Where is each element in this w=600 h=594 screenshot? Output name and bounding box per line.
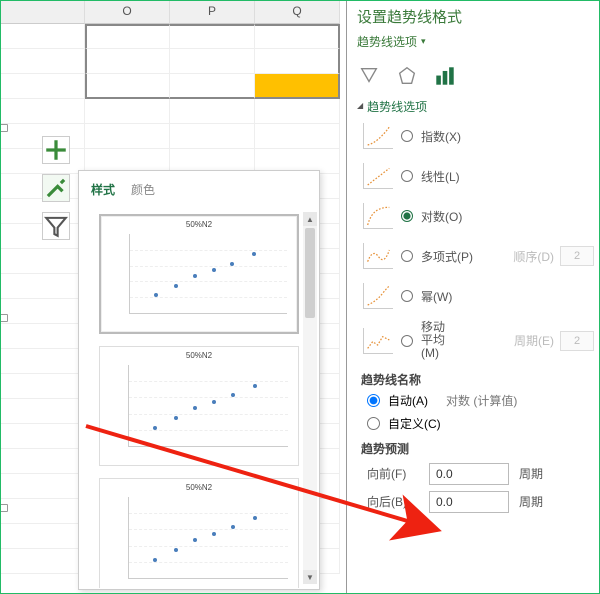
- opt-label: 幂(W): [421, 288, 452, 305]
- period-label: 周期(E): [514, 332, 554, 349]
- radio-linear[interactable]: [401, 170, 413, 182]
- opt-label: 指数(X): [421, 128, 461, 145]
- forecast-forward-unit: 周期: [519, 465, 543, 482]
- chart-styles-button[interactable]: [42, 174, 70, 202]
- thumb-title: 50%N2: [101, 220, 297, 229]
- order-spinner[interactable]: 2: [560, 246, 594, 266]
- scroll-down-icon[interactable]: ▼: [303, 570, 317, 584]
- pane-title: 设置趋势线格式: [357, 6, 600, 33]
- power-curve-icon: [363, 283, 393, 309]
- chart-filters-button[interactable]: [42, 212, 70, 240]
- format-trendline-pane: 设置趋势线格式 趋势线选项 趋势线选项 指数(X) 线性(L) 对数(O): [346, 0, 600, 594]
- moving-average-curve-icon: [363, 328, 393, 354]
- active-cell[interactable]: [255, 74, 340, 99]
- col-header-o[interactable]: O: [85, 0, 170, 24]
- forecast-backward-unit: 周期: [519, 493, 543, 510]
- radio-name-auto[interactable]: [367, 394, 380, 407]
- name-auto-note: 对数 (计算值): [446, 392, 517, 409]
- trendline-options-icon[interactable]: [433, 64, 457, 88]
- gallery-tab-color[interactable]: 颜色: [131, 181, 155, 198]
- exponential-curve-icon: [363, 123, 393, 149]
- option-polynomial[interactable]: 多项式(P) 顺序(D) 2: [363, 241, 600, 271]
- col-header-n-gap: [0, 0, 85, 24]
- polynomial-curve-icon: [363, 243, 393, 269]
- option-power[interactable]: 幂(W): [363, 281, 600, 311]
- subheading-forecast: 趋势预测: [361, 440, 600, 457]
- section-header-trendline-options[interactable]: 趋势线选项: [357, 98, 600, 115]
- column-headers: O P Q: [0, 0, 340, 24]
- thumb-title: 50%N2: [100, 483, 298, 492]
- chart-elements-button[interactable]: [42, 136, 70, 164]
- radio-moving-average[interactable]: [401, 335, 413, 347]
- opt-label: 多项式(P): [421, 248, 473, 265]
- option-linear[interactable]: 线性(L): [363, 161, 600, 191]
- radio-name-custom[interactable]: [367, 417, 380, 430]
- logarithmic-curve-icon: [363, 203, 393, 229]
- name-custom-label: 自定义(C): [388, 415, 441, 432]
- option-exponential[interactable]: 指数(X): [363, 121, 600, 151]
- gallery-scrollbar[interactable]: ▲ ▼: [303, 212, 317, 584]
- gallery-tab-style[interactable]: 样式: [91, 181, 115, 198]
- scroll-thumb[interactable]: [305, 228, 315, 318]
- period-spinner[interactable]: 2: [560, 331, 594, 351]
- forecast-forward-label: 向前(F): [367, 465, 419, 482]
- opt-label: 线性(L): [421, 168, 460, 185]
- fill-and-line-icon[interactable]: [357, 64, 381, 88]
- style-thumbnail-3[interactable]: 50%N2: [99, 478, 299, 588]
- scroll-up-icon[interactable]: ▲: [303, 212, 317, 226]
- thumb-title: 50%N2: [100, 351, 298, 360]
- option-logarithmic[interactable]: 对数(O): [363, 201, 600, 231]
- style-thumbnail-1[interactable]: 50%N2: [99, 214, 299, 334]
- style-thumbnail-2[interactable]: 50%N2: [99, 346, 299, 466]
- opt-label: 对数(O): [421, 208, 462, 225]
- forecast-forward-input[interactable]: [429, 463, 509, 485]
- option-moving-average[interactable]: 移动 平均 (M) 周期(E) 2: [363, 321, 600, 361]
- radio-logarithmic[interactable]: [401, 210, 413, 222]
- pane-subtitle-dropdown[interactable]: 趋势线选项: [357, 33, 426, 50]
- col-header-q[interactable]: Q: [255, 0, 340, 24]
- radio-exponential[interactable]: [401, 130, 413, 142]
- effects-icon[interactable]: [395, 64, 419, 88]
- name-auto-label: 自动(A): [388, 392, 428, 409]
- forecast-backward-input[interactable]: [429, 491, 509, 513]
- linear-curve-icon: [363, 163, 393, 189]
- opt-label: 移动 平均 (M): [421, 321, 445, 361]
- chart-style-gallery: 样式 颜色 50%N2 50%N2: [78, 170, 320, 590]
- order-label: 顺序(D): [513, 248, 554, 265]
- col-header-p[interactable]: P: [170, 0, 255, 24]
- radio-power[interactable]: [401, 290, 413, 302]
- forecast-backward-label: 向后(B): [367, 493, 419, 510]
- radio-polynomial[interactable]: [401, 250, 413, 262]
- subheading-trendline-name: 趋势线名称: [361, 371, 600, 388]
